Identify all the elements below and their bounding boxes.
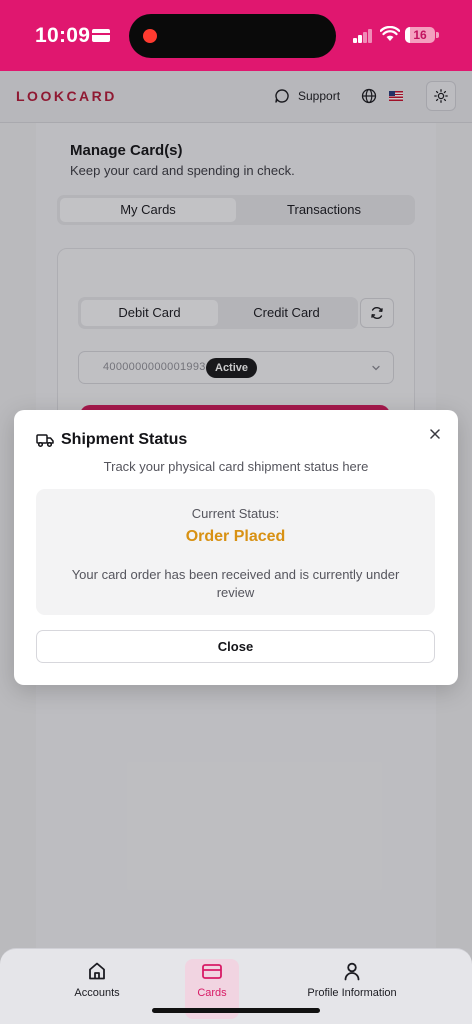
cellular-signal-icon: [353, 29, 373, 43]
user-icon: [344, 962, 360, 981]
nav-label-profile: Profile Information: [307, 987, 397, 999]
nav-label-accounts: Accounts: [74, 987, 120, 999]
battery-percent: 16: [413, 28, 427, 42]
recording-dot-icon: [143, 29, 157, 43]
nav-label-cards: Cards: [197, 987, 227, 999]
modal-description: Track your physical card shipment status…: [103, 459, 369, 474]
battery-cap: [436, 32, 439, 38]
close-icon[interactable]: [426, 425, 444, 443]
truck-icon: [36, 434, 54, 448]
nav-item-accounts[interactable]: Accounts: [61, 961, 133, 999]
nav-item-profile[interactable]: Profile Information: [297, 961, 407, 999]
card-icon: [202, 964, 222, 979]
wifi-icon: [380, 26, 400, 41]
status-box: Current Status: Order Placed Your card o…: [36, 489, 435, 615]
modal-title: Shipment Status: [61, 431, 188, 448]
home-icon: [89, 962, 105, 980]
shipment-status-modal: Shipment Status Track your physical card…: [14, 410, 458, 685]
status-time: 10:09: [35, 24, 91, 47]
status-message: Your card order has been received and is…: [71, 567, 400, 600]
close-button[interactable]: Close: [36, 630, 435, 663]
dynamic-island: [129, 14, 336, 58]
status-bar: 10:09 16: [0, 0, 472, 71]
home-indicator: [152, 1008, 320, 1013]
battery-icon: 16: [405, 27, 435, 43]
status-value: Order Placed: [185, 528, 286, 545]
nav-item-cards[interactable]: Cards: [185, 961, 239, 999]
status-label: Current Status:: [191, 506, 280, 521]
modal-header: Shipment Status: [36, 431, 187, 449]
wallet-card-icon: [92, 29, 110, 42]
